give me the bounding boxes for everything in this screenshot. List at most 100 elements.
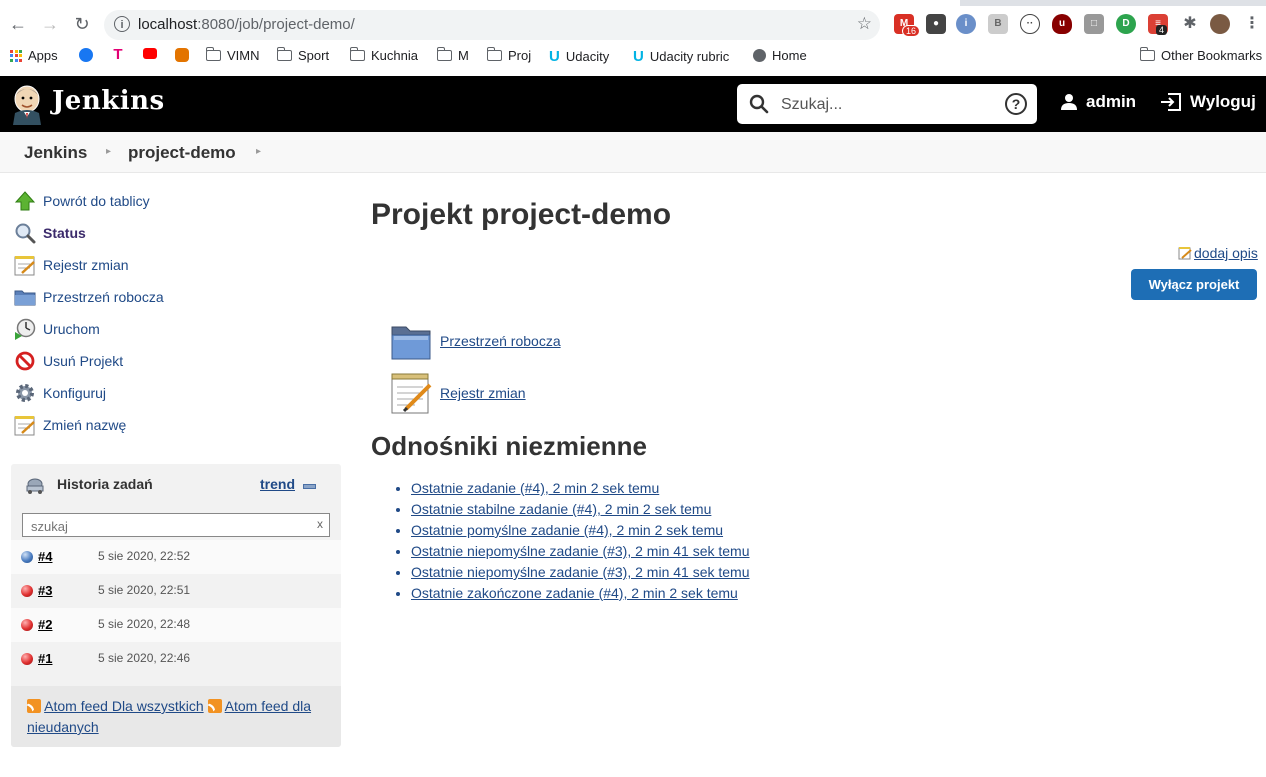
- ublock-icon[interactable]: u: [1052, 14, 1072, 34]
- sidebar-item-label: Usuń Projekt: [43, 353, 124, 369]
- trend-link[interactable]: trend: [260, 476, 295, 492]
- udacity-icon: U: [549, 48, 560, 65]
- collapse-icon[interactable]: [303, 484, 316, 489]
- folder-icon: [276, 47, 292, 61]
- rss-icon[interactable]: [207, 699, 222, 713]
- puzzle-icon[interactable]: ✱: [1180, 14, 1200, 34]
- extension-icon[interactable]: ··: [1020, 14, 1040, 34]
- extension-icon[interactable]: D: [1116, 14, 1136, 34]
- build-filter[interactable]: x: [22, 513, 330, 537]
- jenkins-title[interactable]: Jenkins: [52, 86, 165, 116]
- sidebar-item-configure[interactable]: Konfiguruj: [14, 381, 106, 405]
- sidebar-item-status[interactable]: Status: [14, 221, 86, 245]
- search-box[interactable]: ?: [737, 84, 1037, 124]
- back-icon[interactable]: ←: [6, 12, 30, 36]
- build-row[interactable]: #2 5 sie 2020, 22:48: [11, 608, 341, 642]
- logout-link[interactable]: Wyloguj: [1160, 92, 1256, 112]
- permalink-last-completed[interactable]: Ostatnie zakończone zadanie (#4), 2 min …: [411, 585, 738, 601]
- sidebar-item-build-now[interactable]: Uruchom: [14, 317, 100, 341]
- gear-icon: [14, 382, 36, 404]
- build-date[interactable]: 5 sie 2020, 22:46: [98, 651, 190, 665]
- sidebar-item-rename[interactable]: Zmień nazwę: [14, 413, 126, 437]
- sidebar-item-back-to-dashboard[interactable]: Powrót do tablicy: [14, 189, 150, 213]
- sidebar-item-changes[interactable]: Rejestr zmian: [14, 253, 129, 277]
- sidebar-item-label: Rejestr zmian: [43, 257, 129, 273]
- bookmark-label: Kuchnia: [371, 48, 418, 63]
- build-row[interactable]: #1 5 sie 2020, 22:46: [11, 642, 341, 676]
- bookmark-label: Home: [772, 48, 807, 63]
- sidebar-item-delete-project[interactable]: Usuń Projekt: [14, 349, 123, 373]
- build-date[interactable]: 5 sie 2020, 22:48: [98, 617, 190, 631]
- atom-feed-all-link[interactable]: Atom feed Dla wszystkich: [44, 698, 204, 714]
- build-filter-input[interactable]: [29, 516, 303, 536]
- bookmark-udacity[interactable]: U Udacity: [549, 48, 609, 65]
- url-text[interactable]: localhost:8080/job/project-demo/: [138, 16, 355, 33]
- address-bar[interactable]: i localhost:8080/job/project-demo/ ☆: [104, 10, 880, 40]
- bookmark-home[interactable]: Home: [753, 48, 807, 63]
- changes-link[interactable]: Rejestr zmian: [390, 371, 526, 415]
- breadcrumb-jenkins[interactable]: Jenkins: [24, 143, 87, 163]
- bookmark-facebook[interactable]: [79, 48, 93, 62]
- logout-label: Wyloguj: [1190, 92, 1256, 111]
- rss-icon[interactable]: [27, 699, 41, 713]
- bookmark-folder-proj[interactable]: Proj: [486, 47, 531, 63]
- success-ball-icon: [21, 551, 33, 563]
- build-row[interactable]: #4 5 sie 2020, 22:52: [11, 540, 341, 574]
- breadcrumb-chevron-icon[interactable]: ▸: [106, 146, 111, 157]
- bookmark-folder-vimn[interactable]: VIMN: [205, 47, 260, 63]
- permalink-last-stable[interactable]: Ostatnie stabilne zadanie (#4), 2 min 2 …: [411, 501, 711, 517]
- site-info-icon[interactable]: i: [114, 16, 130, 32]
- t-mobile-icon: T: [113, 46, 123, 63]
- bookmark-folder-sport[interactable]: Sport: [276, 47, 329, 63]
- build-number-link[interactable]: #4: [38, 549, 52, 564]
- bookmark-apps[interactable]: Apps: [10, 48, 58, 63]
- build-history-panel: Historia zadań trend x #4 5 sie 2020, 22…: [11, 464, 341, 747]
- menu-kebab-icon[interactable]: ⋮: [1242, 14, 1262, 34]
- extension-icon[interactable]: i: [956, 14, 976, 34]
- build-row[interactable]: #3 5 sie 2020, 22:51: [11, 574, 341, 608]
- build-number-link[interactable]: #2: [38, 617, 52, 632]
- extension-icon[interactable]: B: [988, 14, 1008, 34]
- bookmark-star-icon[interactable]: ☆: [857, 14, 872, 34]
- folder-icon: [349, 47, 365, 61]
- jenkins-logo-icon[interactable]: [10, 83, 44, 125]
- workspace-link[interactable]: Przestrzeń robocza: [390, 321, 561, 361]
- sidebar-item-label: Status: [43, 225, 86, 241]
- breadcrumb-chevron-icon[interactable]: ▸: [256, 146, 261, 157]
- person-icon: [1061, 94, 1077, 110]
- sidebar-item-label: Przestrzeń robocza: [43, 289, 164, 305]
- bookmark-label: M: [458, 48, 469, 63]
- user-link[interactable]: admin: [1060, 92, 1136, 112]
- list-item: Ostatnie niepomyślne zadanie (#3), 2 min…: [411, 541, 750, 562]
- permalink-last-successful[interactable]: Ostatnie pomyślne zadanie (#4), 2 min 2 …: [411, 522, 723, 538]
- bookmark-udacity-rubric[interactable]: U Udacity rubric: [633, 48, 729, 65]
- bookmark-folder-kuchnia[interactable]: Kuchnia: [349, 47, 418, 63]
- permalink-last-failed[interactable]: Ostatnie niepomyślne zadanie (#3), 2 min…: [411, 543, 750, 559]
- reload-icon[interactable]: ↻: [70, 12, 94, 36]
- help-icon[interactable]: ?: [1005, 93, 1027, 115]
- extension-icon[interactable]: □: [1084, 14, 1104, 34]
- bookmark-youtube[interactable]: [143, 48, 157, 59]
- extension-icon[interactable]: ●: [926, 14, 946, 34]
- build-date[interactable]: 5 sie 2020, 22:52: [98, 549, 190, 563]
- list-item: Ostatnie stabilne zadanie (#4), 2 min 2 …: [411, 499, 750, 520]
- build-date[interactable]: 5 sie 2020, 22:51: [98, 583, 190, 597]
- permalink-last-unsuccessful[interactable]: Ostatnie niepomyślne zadanie (#3), 2 min…: [411, 564, 750, 580]
- bookmark-t-mobile[interactable]: T: [111, 46, 125, 63]
- avatar[interactable]: [1210, 14, 1230, 34]
- add-description-link[interactable]: dodaj opis: [1178, 245, 1258, 261]
- bookmark-folder-m[interactable]: M: [436, 47, 469, 63]
- search-input[interactable]: [779, 92, 993, 118]
- edit-note-icon: [1178, 247, 1192, 260]
- breadcrumb-project[interactable]: project-demo: [128, 143, 236, 163]
- build-number-link[interactable]: #3: [38, 583, 52, 598]
- permalink-last-build[interactable]: Ostatnie zadanie (#4), 2 min 2 sek temu: [411, 480, 659, 496]
- failure-ball-icon: [21, 585, 33, 597]
- sidebar-item-workspace[interactable]: Przestrzeń robocza: [14, 285, 164, 309]
- build-number-link[interactable]: #1: [38, 651, 52, 666]
- disable-project-button[interactable]: Wyłącz projekt: [1131, 269, 1257, 300]
- bookmark-other[interactable]: Other Bookmarks: [1139, 47, 1262, 63]
- bookmark-app[interactable]: [175, 48, 189, 62]
- clear-filter-icon[interactable]: x: [317, 517, 323, 531]
- forward-icon[interactable]: →: [38, 12, 62, 36]
